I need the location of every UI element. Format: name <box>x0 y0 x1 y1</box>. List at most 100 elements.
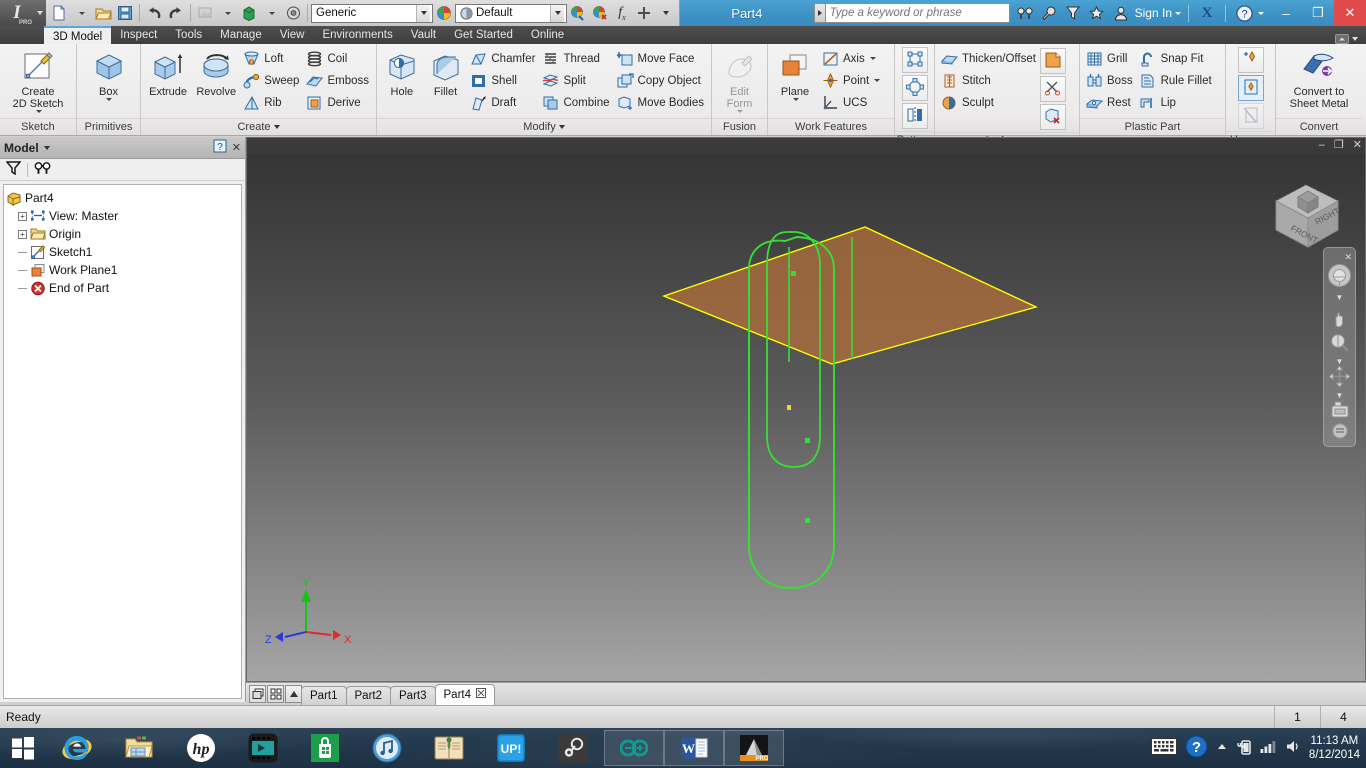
boss-button[interactable]: Boss <box>1083 70 1137 91</box>
qat-return-caret[interactable] <box>260 2 282 24</box>
navbar-options-icon[interactable] <box>1332 423 1348 442</box>
expander-view-master[interactable]: + <box>18 212 27 221</box>
search-icon[interactable] <box>1014 2 1036 24</box>
sculpt-button[interactable]: Sculpt <box>938 92 1040 113</box>
steering-wheel-icon[interactable] <box>1327 263 1352 291</box>
emboss-button[interactable]: Emboss <box>303 70 373 91</box>
combine-button[interactable]: Combine <box>539 92 613 113</box>
tab-manage[interactable]: Manage <box>211 26 271 44</box>
panel-modify-dropdown-icon[interactable] <box>559 125 565 129</box>
navbar-close-icon[interactable]: ✕ <box>1344 252 1352 263</box>
move-bodies-button[interactable]: Move Bodies <box>614 92 708 113</box>
graphics-viewport[interactable]: – ❐ ✕ Y X <box>246 137 1366 682</box>
book-app-icon[interactable] <box>418 728 480 768</box>
thicken-offset-button[interactable]: Thicken/Offset <box>938 48 1040 69</box>
tree-node-part4[interactable]: Part4 <box>6 189 239 207</box>
derive-button[interactable]: Derive <box>303 92 373 113</box>
browser-title[interactable]: Model <box>4 141 39 155</box>
help-icon[interactable]: ? <box>1233 2 1255 24</box>
split-button[interactable]: Split <box>539 70 613 91</box>
browser-help-icon[interactable]: ? <box>213 139 228 157</box>
panel-create-dropdown-icon[interactable] <box>274 125 280 129</box>
tab-tools[interactable]: Tools <box>166 26 211 44</box>
cascade-windows-button[interactable] <box>249 685 266 703</box>
minimize-button[interactable]: – <box>1270 0 1302 26</box>
star-icon[interactable] <box>1086 2 1108 24</box>
tab-view[interactable]: View <box>271 26 314 44</box>
appearance-combo[interactable]: Default <box>455 4 567 23</box>
model-tree[interactable]: Part4 + View: Master + Origin <box>3 184 242 699</box>
wrench-icon[interactable] <box>1038 2 1060 24</box>
search-input[interactable] <box>825 3 1010 23</box>
clear-color-button[interactable] <box>589 2 611 24</box>
qat-open-button[interactable] <box>92 2 114 24</box>
expander-origin[interactable]: + <box>18 230 27 239</box>
pan-icon[interactable] <box>1329 308 1350 332</box>
close-button[interactable]: ✕ <box>1334 0 1366 26</box>
doc-tab-part3[interactable]: Part3 <box>390 686 436 705</box>
tray-help-icon[interactable]: ? <box>1185 735 1208 761</box>
sign-in-caret[interactable] <box>1175 12 1181 15</box>
lip-button[interactable]: Lip <box>1137 92 1216 113</box>
move-face-button[interactable]: Move Face <box>614 48 708 69</box>
chamfer-button[interactable]: Chamfer <box>467 48 539 69</box>
tree-node-view-master[interactable]: + View: Master <box>6 207 239 225</box>
convert-to-sheet-metal-button[interactable]: Convert to Sheet Metal <box>1279 46 1359 110</box>
word-icon[interactable]: W <box>664 730 724 766</box>
steam-icon[interactable] <box>542 728 604 768</box>
filter-icon[interactable] <box>6 161 21 178</box>
restore-button[interactable]: ❐ <box>1302 0 1334 26</box>
plug-icon[interactable] <box>1236 738 1252 759</box>
extrude-button[interactable]: Extrude <box>144 46 192 98</box>
hole-button[interactable]: Hole <box>380 46 424 98</box>
point-caret[interactable] <box>874 79 880 82</box>
application-menu-caret[interactable] <box>34 0 46 26</box>
place-harness-button[interactable] <box>1238 75 1264 101</box>
box-caret[interactable] <box>106 98 112 101</box>
internet-explorer-icon[interactable] <box>46 728 108 768</box>
rule-fillet-button[interactable]: Rule Fillet <box>1137 70 1216 91</box>
trim-button[interactable] <box>1040 76 1066 102</box>
doc-tab-part1[interactable]: Part1 <box>301 686 347 705</box>
tab-environments[interactable]: Environments <box>313 26 401 44</box>
tab-get-started[interactable]: Get Started <box>445 26 522 44</box>
parameters-button[interactable]: fx <box>611 2 633 24</box>
plane-caret[interactable] <box>793 98 799 101</box>
scroll-tabs-up-button[interactable] <box>285 685 302 703</box>
patch-button[interactable] <box>1040 48 1066 74</box>
mirror-button[interactable] <box>902 103 928 129</box>
tree-node-origin[interactable]: + Origin <box>6 225 239 243</box>
stitch-button[interactable]: Stitch <box>938 70 1040 91</box>
up-app-icon[interactable]: UP! <box>480 728 542 768</box>
panel-create-title[interactable]: Create <box>141 118 376 135</box>
shell-button[interactable]: Shell <box>467 70 539 91</box>
funnel-icon[interactable] <box>1062 2 1084 24</box>
copy-object-button[interactable]: Copy Object <box>614 70 708 91</box>
file-explorer-icon[interactable] <box>108 728 170 768</box>
keyboard-icon[interactable] <box>1151 738 1177 758</box>
qat-appearance-caret[interactable] <box>216 2 238 24</box>
qat-new-caret[interactable] <box>70 2 92 24</box>
help-caret[interactable] <box>1258 12 1264 15</box>
arduino-icon[interactable] <box>604 730 664 766</box>
start-button[interactable] <box>0 728 46 768</box>
customize-qat-button[interactable] <box>633 2 655 24</box>
adjust-color-button[interactable] <box>567 2 589 24</box>
tree-node-work-plane1[interactable]: Work Plane1 <box>6 261 239 279</box>
ucs-button[interactable]: UCS <box>819 92 884 113</box>
create-harness-button[interactable] <box>1238 47 1264 73</box>
tab-inspect[interactable]: Inspect <box>111 26 166 44</box>
navigation-bar[interactable]: ✕ ▼ ▼ ▼ <box>1323 247 1356 447</box>
qat-return-button[interactable] <box>238 2 260 24</box>
create-2d-sketch-button[interactable]: Create 2D Sketch <box>6 46 70 113</box>
qat-redo-button[interactable] <box>165 2 187 24</box>
browser-title-caret[interactable] <box>44 146 50 150</box>
doc-tab-part2[interactable]: Part2 <box>346 686 392 705</box>
application-menu-button[interactable]: I PRO <box>0 0 34 26</box>
tree-node-sketch1[interactable]: Sketch1 <box>6 243 239 261</box>
thread-button[interactable]: Thread <box>539 48 613 69</box>
circular-pattern-button[interactable] <box>902 75 928 101</box>
delete-face-button[interactable] <box>1040 104 1066 130</box>
rest-button[interactable]: Rest <box>1083 92 1137 113</box>
rectangular-pattern-button[interactable] <box>902 47 928 73</box>
